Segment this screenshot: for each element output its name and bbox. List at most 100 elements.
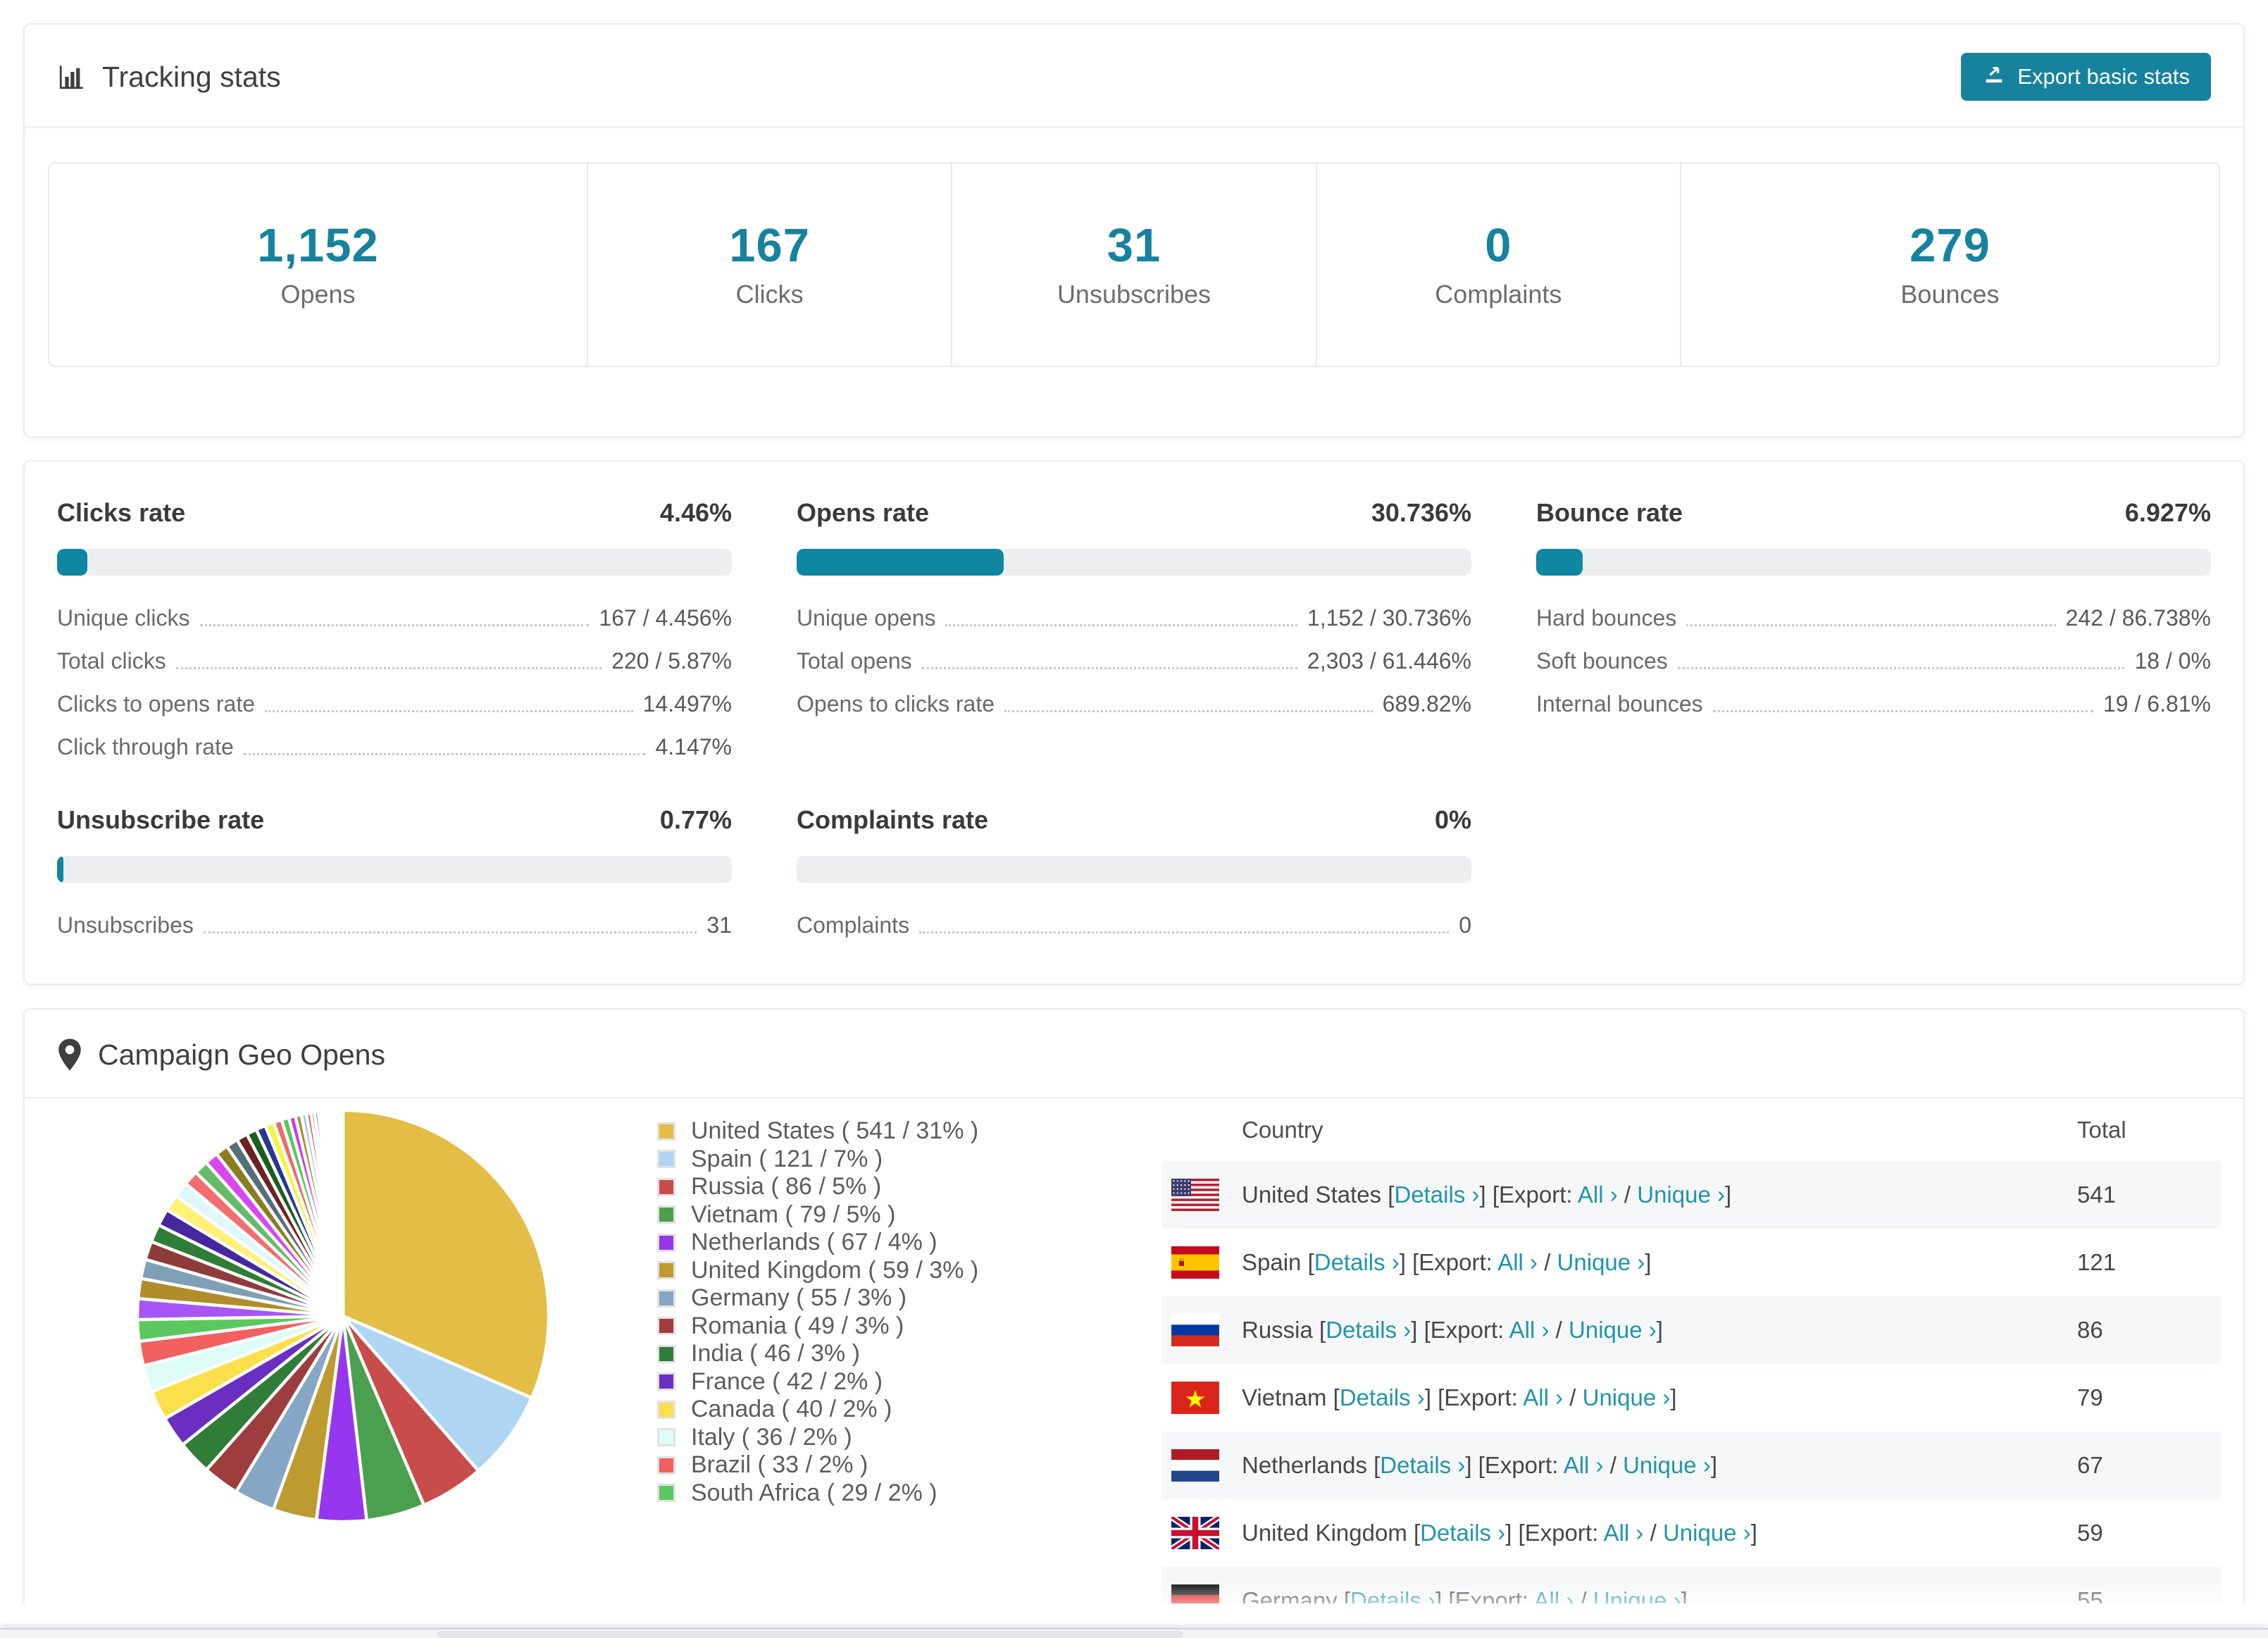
rate-title: Clicks rate [57,498,186,527]
legend-swatch [657,1205,675,1224]
legend-label: India ( 46 / 3% ) [691,1340,861,1367]
geo-body: United States ( 541 / 31% ) Spain ( 121 /… [25,1099,2243,1603]
rate-detail-row: Complaints 0 [797,912,1471,938]
rate-detail-row: Internal bounces 19 / 6.81% [1536,691,2211,717]
legend-swatch [657,1456,675,1475]
export-unique-link[interactable]: Unique › [1637,1181,1725,1208]
dotted-leader [919,931,1450,933]
rate-title: Bounce rate [1536,498,1683,527]
export-all-link[interactable]: All › [1497,1249,1538,1275]
rate-detail-value: 0 [1459,912,1471,938]
legend-label: Spain ( 121 / 7% ) [691,1145,883,1172]
rate-block-unsubscribe-rate: Unsubscribe rate 0.77% Unsubscribes 31 [57,805,732,938]
stat-bounces-label: Bounces [1900,280,2000,309]
table-row-gb: United Kingdom [Details ›] [Export: All … [1161,1499,2222,1567]
stat-opens-value: 1,152 [257,219,379,272]
country-name: Netherlands [1242,1452,1374,1478]
details-link[interactable]: Details › [1380,1452,1465,1478]
export-all-link[interactable]: All › [1533,1587,1574,1603]
flag-nl-icon [1171,1449,1219,1482]
rate-detail-row: Click through rate 4.147% [57,734,732,760]
export-all-link[interactable]: All › [1604,1520,1644,1546]
legend-item: South Africa ( 29 / 2% ) [657,1479,978,1508]
rates-card: Clicks rate 4.46% Unique clicks 167 / 4.456… [23,460,2245,985]
tracking-stats-card: Tracking stats Export basic stats 1,152 … [23,23,2245,438]
country-name: Germany [1242,1587,1344,1603]
page-scrollbar-thumb[interactable] [437,1631,1183,1638]
campaign-geo-opens-card: Campaign Geo Opens United States ( 541 /… [23,1008,2245,1603]
country-total: 59 [2077,1520,2103,1546]
stat-opens-label: Opens [280,280,356,309]
geo-table-header-total: Total [2077,1117,2126,1143]
stat-complaints-value: 0 [1485,219,1512,272]
legend-item: Vietnam ( 79 / 5% ) [657,1201,978,1229]
stat-bounces: 279 Bounces [1681,163,2219,366]
details-link[interactable]: Details › [1340,1384,1425,1410]
export-all-link[interactable]: All › [1564,1452,1604,1478]
legend-item: France ( 42 / 2% ) [657,1368,978,1396]
dotted-leader [265,710,633,712]
details-link[interactable]: Details › [1394,1181,1479,1208]
export-unique-link[interactable]: Unique › [1593,1587,1681,1603]
export-unique-link[interactable]: Unique › [1583,1384,1671,1410]
flag-ru-icon [1171,1314,1219,1346]
details-link[interactable]: Details › [1420,1520,1505,1546]
legend-label: Vietnam ( 79 / 5% ) [691,1200,896,1228]
legend-label: Russia ( 86 / 5% ) [691,1173,882,1200]
country-cell: Russia [Details ›] [Export: All › / Uniq… [1242,1317,1663,1343]
export-unique-link[interactable]: Unique › [1663,1520,1751,1546]
rate-progress-bar [57,856,732,883]
rate-detail-row: Hard bounces 242 / 86.738% [1536,605,2211,631]
rate-detail-row: Soft bounces 18 / 0% [1536,648,2211,674]
details-link[interactable]: Details › [1326,1317,1411,1343]
dotted-leader [1712,710,2093,712]
page-title: Tracking stats [57,61,281,94]
flag-gb-icon [1171,1517,1219,1549]
export-unique-link[interactable]: Unique › [1569,1317,1657,1343]
rate-detail-value: 4.147% [655,734,732,759]
rate-detail-value: 19 / 6.81% [2103,691,2211,716]
geo-card-wrap: Campaign Geo Opens United States ( 541 /… [0,1008,2268,1603]
dotted-leader [1686,624,2056,626]
country-total: 55 [2077,1587,2103,1603]
export-all-link[interactable]: All › [1523,1384,1563,1410]
stat-unsubscribes-value: 31 [1107,219,1161,272]
rate-detail-row: Total opens 2,303 / 61.446% [797,648,1471,674]
export-unique-link[interactable]: Unique › [1623,1452,1711,1478]
export-all-link[interactable]: All › [1578,1181,1618,1208]
rate-detail-label: Unique opens [797,605,936,631]
legend-label: South Africa ( 29 / 2% ) [691,1479,937,1506]
rate-detail-value: 2,303 / 61.446% [1307,648,1471,674]
export-basic-stats-button[interactable]: Export basic stats [1961,53,2211,101]
legend-item: United States ( 541 / 31% ) [657,1117,978,1146]
rate-detail-value: 242 / 86.738% [2065,605,2211,631]
summary-body: 1,152 Opens 167 Clicks 31 Unsubscribes 0… [25,128,2243,436]
table-row-es: Spain [Details ›] [Export: All › / Uniqu… [1161,1229,2222,1296]
page-scrollbar-track[interactable] [0,1628,2268,1638]
details-link[interactable]: Details › [1314,1249,1400,1275]
rate-title: Opens rate [797,498,930,527]
dotted-leader [945,624,1297,626]
rate-value: 6.927% [2124,498,2211,527]
country-cell: Vietnam [Details ›] [Export: All › / Uni… [1242,1384,1677,1410]
rate-block-complaints-rate: Complaints rate 0% Complaints 0 [797,805,1471,938]
flag-de-icon [1171,1584,1219,1603]
rate-value: 0% [1434,805,1471,834]
details-link[interactable]: Details › [1350,1587,1435,1603]
geo-header: Campaign Geo Opens [25,1010,2243,1099]
table-row-nl: Netherlands [Details ›] [Export: All › /… [1161,1432,2222,1499]
legend-label: France ( 42 / 2% ) [691,1367,883,1395]
rate-detail-label: Opens to clicks rate [797,691,995,716]
country-cell: United States [Details ›] [Export: All ›… [1242,1181,1732,1208]
rate-detail-value: 31 [706,912,732,938]
stat-bounces-value: 279 [1909,219,1990,272]
export-all-link[interactable]: All › [1509,1317,1550,1343]
legend-item: Russia ( 86 / 5% ) [657,1173,978,1201]
rate-value: 4.46% [659,498,732,527]
legend-swatch [657,1400,675,1419]
rate-progress-fill [797,549,1004,576]
country-cell: Spain [Details ›] [Export: All › / Uniqu… [1242,1249,1652,1275]
rate-detail-label: Clicks to opens rate [57,691,256,716]
export-unique-link[interactable]: Unique › [1557,1249,1645,1275]
pie-slice-other[interactable] [340,1108,345,1317]
